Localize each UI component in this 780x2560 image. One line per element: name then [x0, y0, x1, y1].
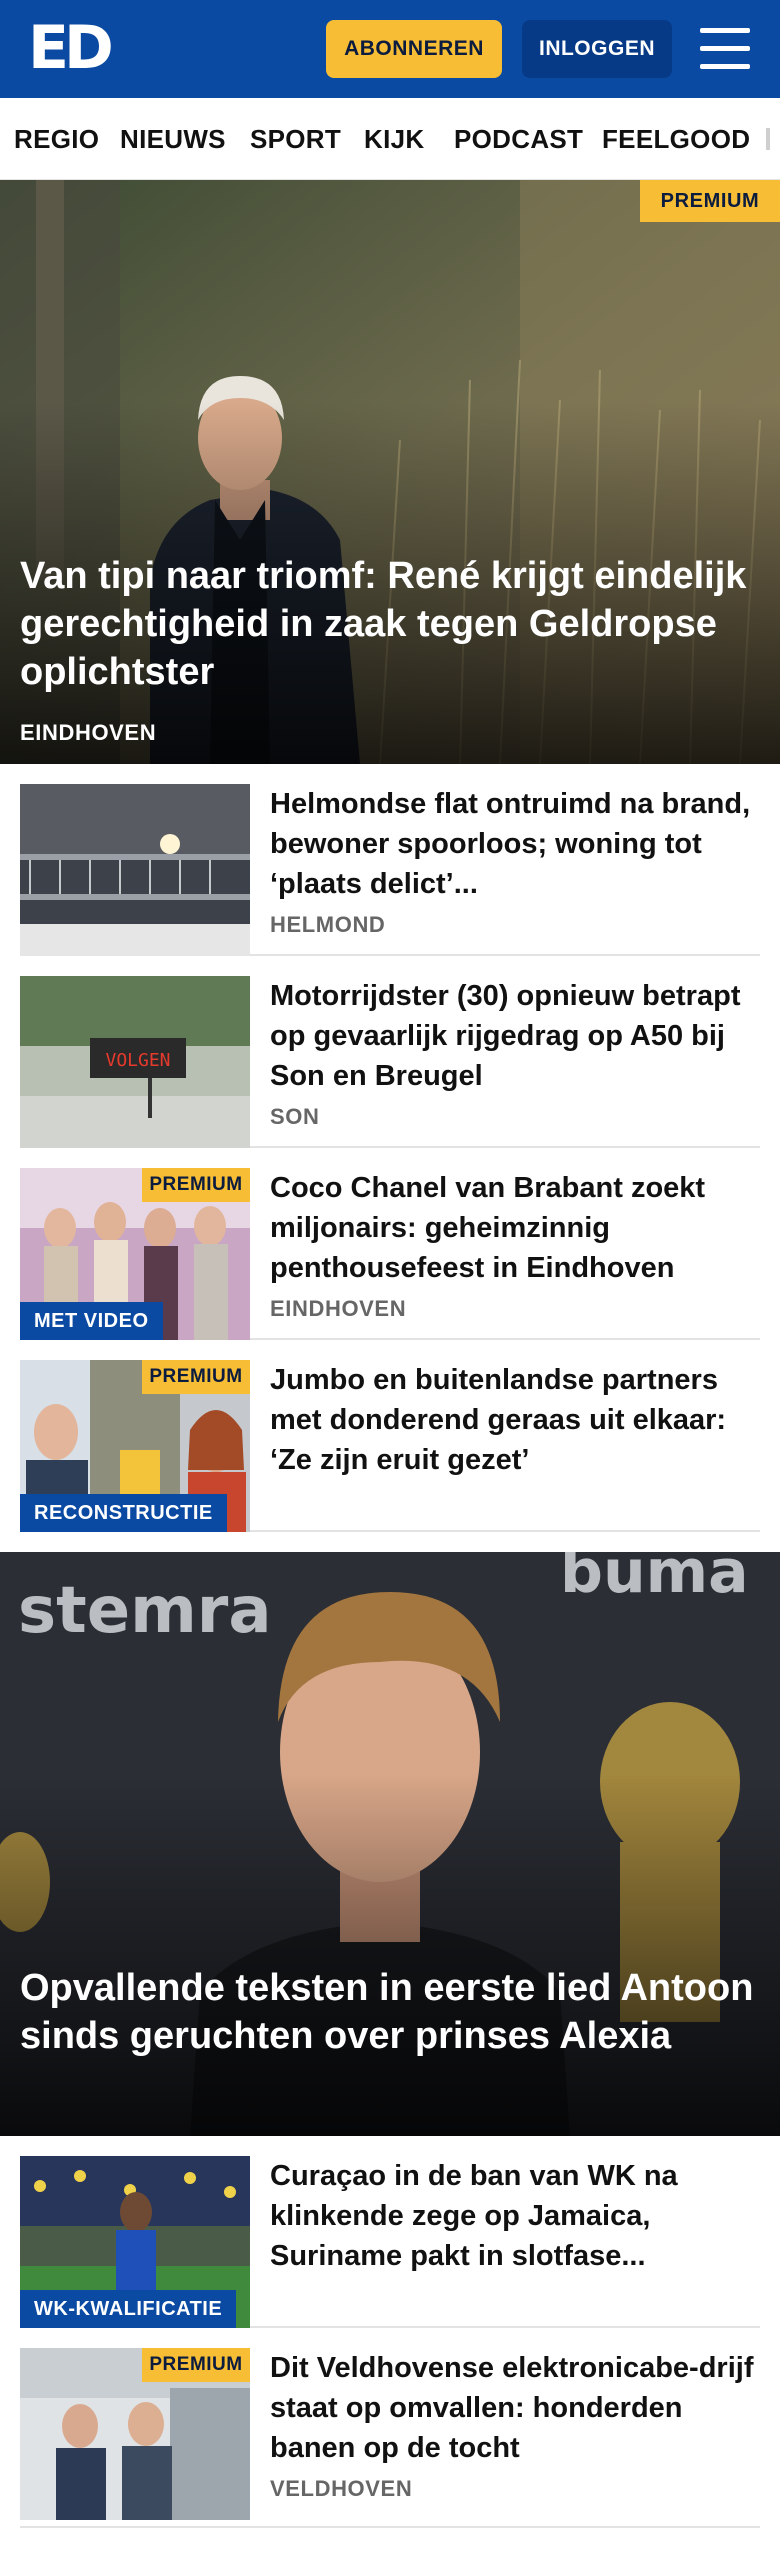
list-item[interactable]: WK-KWALIFICATIE Curaçao in de ban van WK…	[20, 2136, 760, 2328]
list-item[interactable]: PREMIUM Dit Veldhovense elektronicabe-dr…	[20, 2328, 760, 2528]
nav-item-podcast[interactable]: PODCAST	[454, 124, 583, 155]
hamburger-menu-icon[interactable]	[700, 28, 750, 70]
subscribe-button[interactable]: ABONNEREN	[326, 20, 502, 78]
hero-article[interactable]: PREMIUM Van tipi naar triomf: René krijg…	[0, 180, 780, 764]
premium-badge: PREMIUM	[142, 1168, 250, 1202]
ed-logo[interactable]: ED	[28, 18, 114, 78]
article-thumbnail: WK-KWALIFICATIE	[20, 2156, 250, 2328]
hero-title[interactable]: Van tipi naar triomf: René krijgt eindel…	[20, 552, 760, 696]
article-title[interactable]: Curaçao in de ban van WK na klinkende ze…	[270, 2156, 760, 2276]
article-title[interactable]: Coco Chanel van Brabant zoekt miljonairs…	[270, 1168, 760, 1288]
nav-item-nieuws[interactable]: NIEUWS	[120, 124, 226, 155]
article-title[interactable]: Helmondse flat ontruimd na brand, bewone…	[270, 784, 760, 904]
backdrop-text-right: buma	[560, 1552, 749, 1607]
list-item[interactable]: PREMIUM RECONSTRUCTIE Jumbo en buitenlan…	[20, 1340, 760, 1532]
list-item[interactable]: PREMIUM MET VIDEO Coco Chanel van Braban…	[20, 1148, 760, 1340]
list-item[interactable]: VOLGEN Motorrijdster (30) opnieuw betrap…	[20, 956, 760, 1148]
nav-item-kijk[interactable]: KIJK	[364, 124, 424, 155]
reconstruction-label: RECONSTRUCTIE	[20, 1494, 227, 1532]
premium-badge: PREMIUM	[142, 2348, 250, 2382]
login-button[interactable]: INLOGGEN	[522, 20, 672, 78]
wk-label: WK-KWALIFICATIE	[20, 2290, 237, 2328]
hero-article-2[interactable]: stemra buma Opvallende teksten in eerste…	[0, 1552, 780, 2136]
nav-item-feelgood[interactable]: FEELGOOD	[602, 124, 750, 155]
section-nav: REGIO NIEUWS SPORT KIJK PODCAST FEELGOOD	[0, 98, 780, 180]
nav-item-regio[interactable]: REGIO	[14, 124, 99, 155]
article-thumbnail: PREMIUM MET VIDEO	[20, 1168, 250, 1340]
article-thumbnail	[20, 784, 250, 956]
article-title[interactable]: Dit Veldhovense elektronicabe-drijf staa…	[270, 2348, 760, 2468]
nav-overflow-indicator	[766, 128, 770, 150]
top-bar: ED ABONNEREN INLOGGEN	[0, 0, 780, 98]
nav-item-sport[interactable]: SPORT	[250, 124, 341, 155]
article-thumbnail: PREMIUM	[20, 2348, 250, 2520]
article-thumbnail: VOLGEN	[20, 976, 250, 1148]
list-item[interactable]: Helmondse flat ontruimd na brand, bewone…	[20, 764, 760, 956]
hero-title[interactable]: Opvallende teksten in eerste lied Antoon…	[20, 1964, 760, 2060]
article-title[interactable]: Jumbo en buitenlandse partners met donde…	[270, 1360, 760, 1480]
article-thumbnail: PREMIUM RECONSTRUCTIE	[20, 1360, 250, 1532]
article-location: EINDHOVEN	[270, 1296, 407, 1321]
article-location: HELMOND	[270, 912, 386, 937]
backdrop-text-left: stemra	[18, 1574, 272, 1648]
video-label: MET VIDEO	[20, 1302, 163, 1340]
premium-badge: PREMIUM	[640, 180, 780, 222]
hero-gradient	[0, 1773, 780, 2136]
article-title[interactable]: Motorrijdster (30) opnieuw betrapt op ge…	[270, 976, 760, 1096]
premium-badge: PREMIUM	[142, 1360, 250, 1394]
article-location: VELDHOVEN	[270, 2476, 413, 2501]
hero-location: EINDHOVEN	[20, 720, 157, 745]
road-sign-text: VOLGEN	[105, 1050, 170, 1071]
article-location: SON	[270, 1104, 320, 1129]
